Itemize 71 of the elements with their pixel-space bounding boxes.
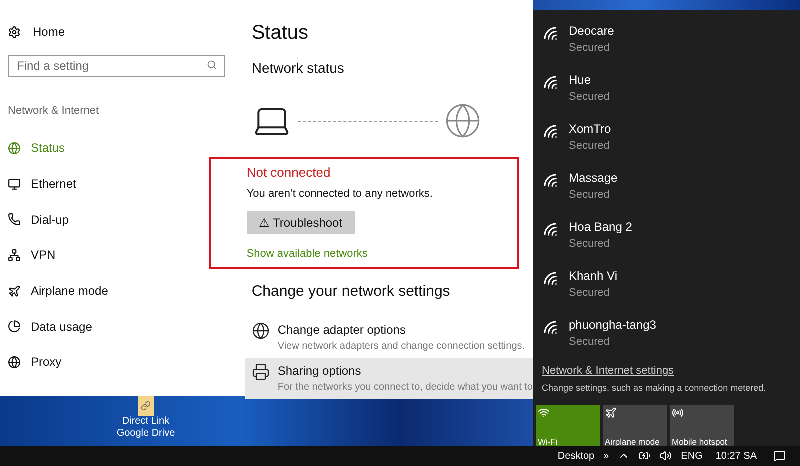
- language-indicator[interactable]: ENG: [681, 448, 703, 464]
- globe-icon: [8, 356, 21, 369]
- option-title: Sharing options: [278, 363, 362, 380]
- desktop-icon-label[interactable]: Direct Link Google Drive: [112, 416, 180, 440]
- network-name: XomTro: [569, 121, 612, 138]
- shortcut-file-icon[interactable]: [138, 396, 154, 416]
- globe-icon: [8, 142, 21, 155]
- battery-icon[interactable]: [639, 450, 652, 462]
- notification-icon[interactable]: [774, 450, 786, 462]
- network-status: Secured: [569, 139, 611, 154]
- search-icon: [206, 60, 217, 70]
- phone-icon: [8, 213, 21, 226]
- page-title: Status: [252, 21, 310, 46]
- settings-link[interactable]: Network & Internet settings: [542, 363, 674, 380]
- network-item[interactable]: Hue Secured: [533, 71, 800, 120]
- option-description: For the networks you connect to, decide what you want to: [278, 381, 533, 395]
- quick-action-tile[interactable]: Airplane mode: [603, 405, 667, 449]
- quick-action-tile[interactable]: Wi-Fi: [536, 405, 600, 449]
- network-name: Massage: [569, 170, 618, 187]
- airplane-icon: [8, 284, 21, 298]
- network-name: Deocare: [569, 23, 614, 40]
- settings-option[interactable]: Sharing options For the networks you connect to, decide what you want to: [244, 358, 533, 399]
- sidebar-item[interactable]: VPN: [8, 238, 225, 274]
- network-icon: [8, 248, 21, 262]
- status-title: Not connected: [246, 164, 331, 182]
- sidebar-item[interactable]: Data usage: [8, 308, 225, 345]
- airplane-icon: [605, 407, 617, 419]
- option-description: View network adapters and change connection settings.: [278, 340, 526, 354]
- network-status: Secured: [569, 188, 611, 203]
- network-name: phuongha-tang3: [569, 317, 656, 334]
- quick-action-tile[interactable]: Mobile hotspot: [670, 405, 734, 449]
- network-name: Hue: [569, 72, 592, 89]
- settings-description: Change settings, such as making a connection metered.: [542, 382, 768, 395]
- network-item[interactable]: Khanh Vi Secured: [533, 267, 800, 316]
- globe-icon: [252, 322, 270, 340]
- sidebar-item[interactable]: Dial-up: [8, 202, 225, 238]
- sidebar-item[interactable]: Ethernet: [8, 166, 225, 202]
- globe-icon: [444, 102, 482, 140]
- network-item[interactable]: Massage Secured: [533, 169, 800, 218]
- network-item[interactable]: Hoa Bang 2 Secured: [533, 218, 800, 267]
- sidebar-item[interactable]: Status: [8, 130, 225, 166]
- section-heading: Network & Internet: [8, 104, 100, 119]
- desktop-toolbar[interactable]: Desktop: [558, 448, 595, 464]
- sidebar-item[interactable]: Proxy: [8, 344, 225, 380]
- volume-icon[interactable]: [660, 450, 672, 462]
- clock[interactable]: 10:27 SA: [716, 448, 757, 464]
- network-status: Secured: [569, 335, 611, 350]
- section-heading: Change your network settings: [250, 282, 452, 302]
- network-item[interactable]: XomTro Secured: [533, 120, 800, 169]
- show-networks-link[interactable]: Show available networks: [246, 246, 368, 262]
- option-title: Change adapter options: [278, 322, 407, 339]
- printer-icon: [252, 363, 270, 381]
- pie-chart-icon: [8, 320, 21, 334]
- settings-icon: [8, 26, 21, 38]
- monitor-icon: [8, 178, 21, 191]
- network-item[interactable]: Deocare Secured: [533, 22, 800, 71]
- section-heading: Network status: [252, 59, 346, 78]
- network-name: Hoa Bang 2: [569, 219, 632, 236]
- troubleshoot-button[interactable]: ⚠ Troubleshoot: [246, 211, 355, 234]
- search-field[interactable]: Find a setting: [8, 55, 225, 77]
- overflow-button[interactable]: »: [604, 448, 610, 464]
- status-text: You aren’t connected to any networks.: [246, 186, 433, 202]
- home-link[interactable]: Home: [33, 23, 66, 41]
- network-status: Secured: [569, 237, 611, 252]
- network-status: Secured: [569, 90, 610, 105]
- network-item[interactable]: phuongha-tang3 Secured: [533, 316, 800, 365]
- network-status: Secured: [569, 286, 611, 301]
- sidebar-item[interactable]: Airplane mode: [8, 273, 225, 309]
- network-status: Secured: [569, 41, 611, 56]
- network-name: Khanh Vi: [569, 268, 618, 285]
- hotspot-icon: [672, 407, 684, 419]
